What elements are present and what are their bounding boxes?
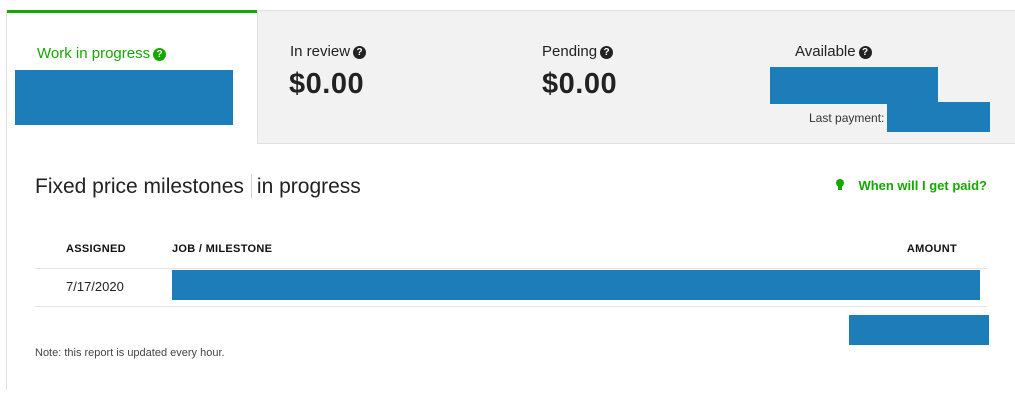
column-header-job-milestone[interactable]: JOB / MILESTONE bbox=[172, 243, 272, 255]
tab-label-text: In review bbox=[290, 43, 351, 60]
last-payment-label: Last payment: bbox=[809, 111, 885, 125]
tab-work-in-progress[interactable]: Work in progress? bbox=[7, 10, 257, 144]
redacted-amount-work-in-progress bbox=[15, 70, 233, 125]
column-header-assigned[interactable]: ASSIGNED bbox=[66, 243, 126, 255]
redacted-amount-available bbox=[770, 67, 938, 104]
help-link-text[interactable]: When will I get paid? bbox=[858, 178, 987, 193]
tab-in-review-label: In review? bbox=[290, 43, 367, 60]
question-circle-icon[interactable]: ? bbox=[153, 48, 167, 61]
when-will-i-get-paid-link[interactable]: When will I get paid? bbox=[836, 178, 987, 193]
redacted-last-payment bbox=[887, 102, 990, 132]
column-header-amount[interactable]: AMOUNT bbox=[907, 243, 957, 255]
lightbulb-icon bbox=[836, 179, 845, 191]
section-title-main: Fixed price milestones bbox=[35, 175, 244, 198]
tab-work-in-progress-label: Work in progress? bbox=[37, 45, 167, 62]
section-title: Fixed price milestones in progress bbox=[35, 174, 361, 199]
title-divider bbox=[250, 174, 252, 198]
tab-label-text: Available bbox=[795, 43, 856, 60]
tab-label-text: Work in progress bbox=[37, 45, 151, 62]
tab-available-label: Available? bbox=[795, 43, 872, 60]
section-title-status: in progress bbox=[256, 175, 361, 198]
table-header-divider bbox=[35, 268, 987, 269]
question-circle-icon[interactable]: ? bbox=[353, 46, 367, 59]
earnings-tabs: Work in progress? In review? $0.00 Pendi… bbox=[7, 10, 1015, 144]
tab-pending-label: Pending? bbox=[542, 43, 614, 60]
tab-label-text: Pending bbox=[542, 43, 598, 60]
redacted-total-amount bbox=[849, 315, 989, 345]
question-circle-icon[interactable]: ? bbox=[600, 46, 614, 59]
pending-amount: $0.00 bbox=[542, 68, 618, 100]
report-note: Note: this report is updated every hour. bbox=[35, 347, 225, 359]
in-review-amount: $0.00 bbox=[289, 68, 365, 100]
table-row-divider bbox=[35, 306, 987, 307]
redacted-job-milestone bbox=[172, 270, 980, 300]
earnings-page: Work in progress? In review? $0.00 Pendi… bbox=[0, 0, 1015, 407]
assigned-date-cell: 7/17/2020 bbox=[66, 279, 124, 294]
question-circle-icon[interactable]: ? bbox=[858, 46, 872, 59]
tab-strip-inactive: In review? $0.00 Pending? $0.00 Availabl… bbox=[257, 10, 1015, 144]
